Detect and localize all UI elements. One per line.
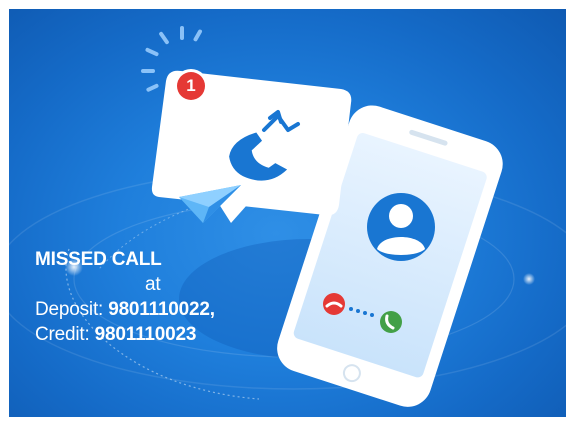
accept-call-icon <box>380 311 402 333</box>
illustration <box>9 26 566 407</box>
avatar-icon <box>367 193 435 261</box>
deposit-label: Deposit: <box>35 299 104 320</box>
decline-call-icon <box>323 293 345 315</box>
caption-headline: MISSED CALL <box>35 249 162 270</box>
credit-line: Credit: 9801110023 <box>35 322 285 347</box>
deposit-number[interactable]: 9801110022, <box>108 299 215 320</box>
missed-call-caption: MISSED CALL at Deposit: 9801110022, Cred… <box>35 247 285 347</box>
badge-count: 1 <box>186 76 196 95</box>
credit-label: Credit: <box>35 324 90 345</box>
missed-call-banner: 1 MISSED CALL at Deposit: 9801110022, Cr… <box>9 9 566 417</box>
caption-connector: at <box>145 274 161 295</box>
credit-number[interactable]: 9801110023 <box>95 324 197 345</box>
deposit-line: Deposit: 9801110022, <box>35 297 285 322</box>
